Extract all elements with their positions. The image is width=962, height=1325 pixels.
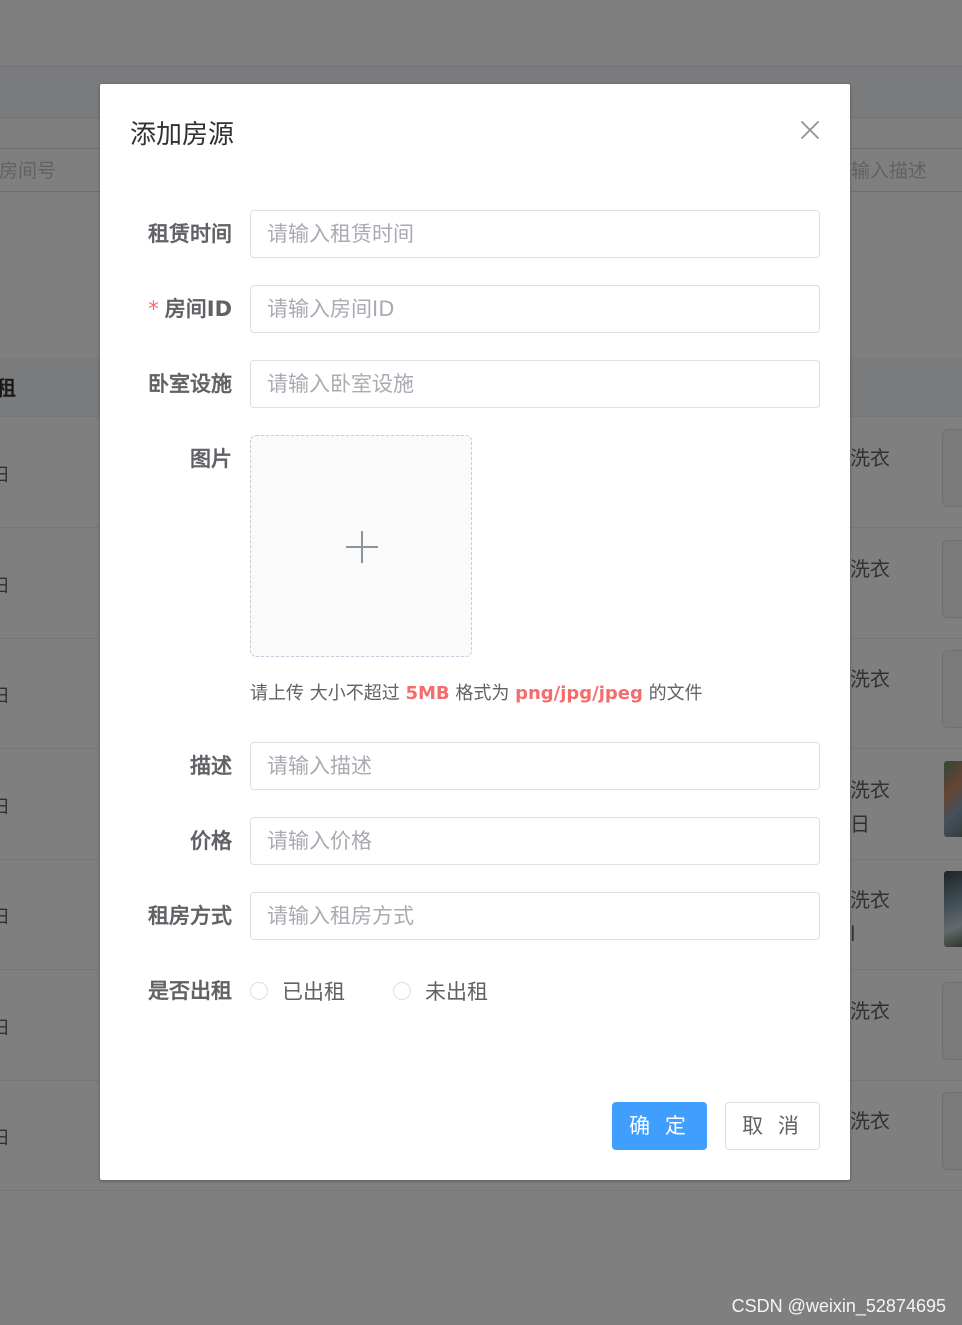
description-label: 描述 [190, 754, 232, 778]
plus-icon [346, 531, 378, 563]
rented-radio-group: 已出租 未出租 [250, 967, 536, 1015]
rent-type-label: 租房方式 [148, 904, 232, 928]
radio-circle[interactable] [250, 982, 268, 1000]
room-id-label: * 房间ID [148, 297, 232, 321]
price-input[interactable] [250, 817, 820, 865]
image-upload-area[interactable] [250, 435, 472, 657]
confirm-button[interactable]: 确 定 [612, 1102, 707, 1150]
radio-circle[interactable] [393, 982, 411, 1000]
dialog-title: 添加房源 [130, 120, 235, 150]
radio-not-rented[interactable]: 未出租 [393, 976, 488, 1006]
description-input[interactable] [250, 742, 820, 790]
required-marker: * [148, 297, 159, 321]
rent-type-input[interactable] [250, 892, 820, 940]
price-label: 价格 [190, 829, 232, 853]
image-label: 图片 [190, 447, 232, 471]
lease-time-label: 租赁时间 [148, 222, 232, 246]
add-listing-dialog: 添加房源 租赁时间 *房间ID 卧室设施 图片 请上传 大小不超过 5MB 格式… [100, 84, 850, 1180]
radio-label: 已出租 [282, 980, 345, 1004]
radio-rented[interactable]: 已出租 [250, 976, 345, 1006]
bedroom-label: 卧室设施 [148, 372, 232, 396]
form-row-image: 图片 请上传 大小不超过 5MB 格式为 png/jpg/jpeg 的文件 [100, 435, 850, 715]
bedroom-input[interactable] [250, 360, 820, 408]
radio-label: 未出租 [425, 980, 488, 1004]
room-id-input[interactable] [250, 285, 820, 333]
watermark: CSDN @weixin_52874695 [731, 1296, 946, 1316]
upload-tip: 请上传 大小不超过 5MB 格式为 png/jpg/jpeg 的文件 [250, 683, 703, 704]
close-button[interactable] [796, 116, 824, 144]
lease-time-input[interactable] [250, 210, 820, 258]
rented-label: 是否出租 [148, 979, 232, 1003]
close-icon [801, 121, 819, 139]
cancel-button[interactable]: 取 消 [725, 1102, 820, 1150]
